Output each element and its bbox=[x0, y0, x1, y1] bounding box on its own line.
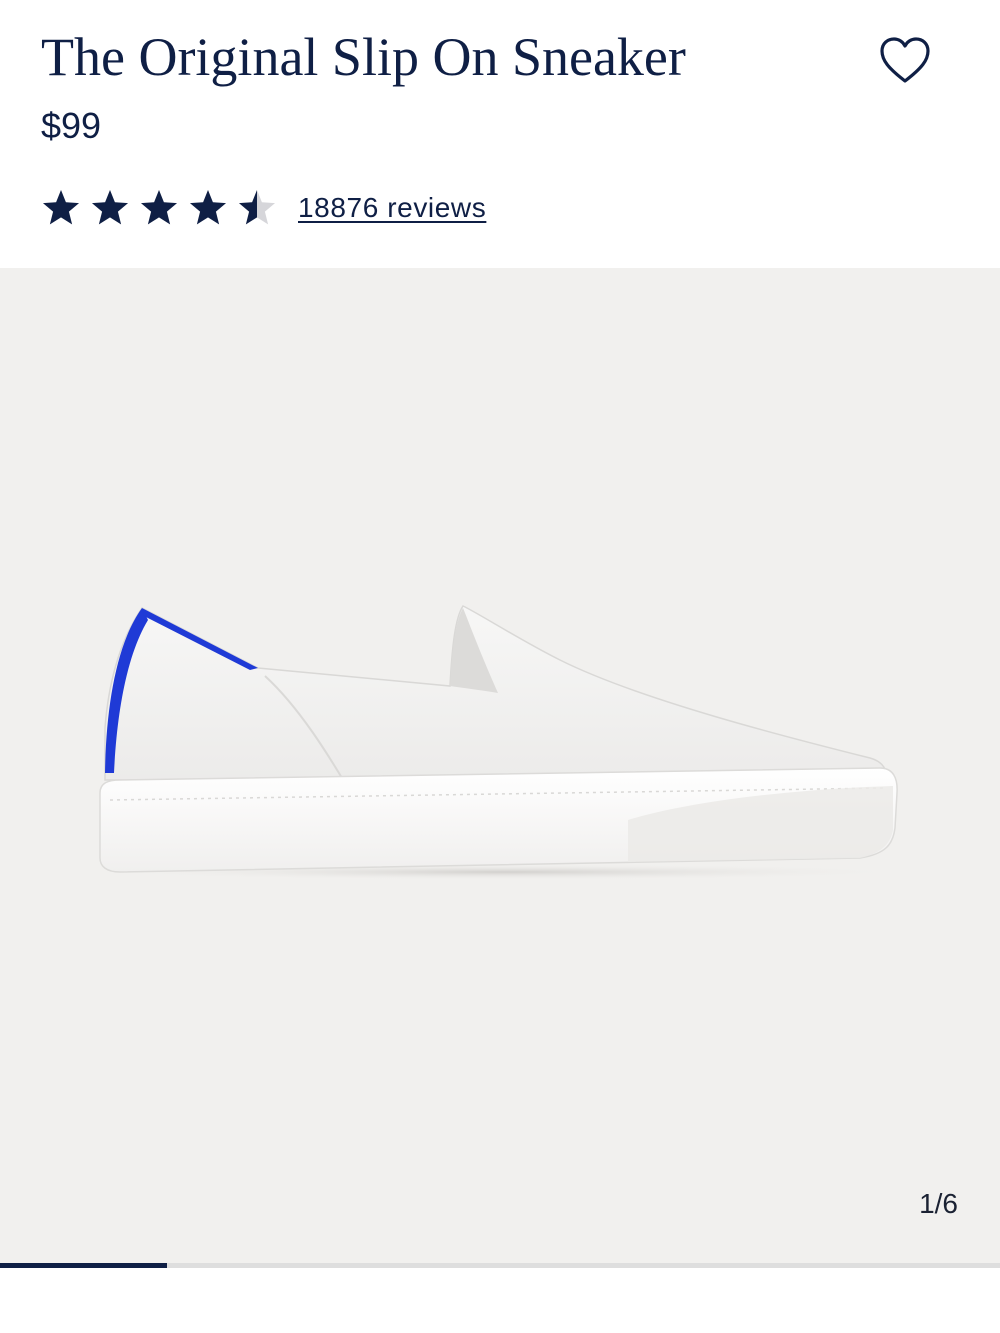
product-image bbox=[95, 605, 915, 880]
product-price: $99 bbox=[41, 105, 102, 146]
gallery-progress-fill bbox=[0, 1263, 167, 1268]
rating-row: 18876 reviews bbox=[41, 187, 486, 229]
reviews-link[interactable]: 18876 reviews bbox=[298, 192, 486, 224]
product-gallery[interactable]: 1/6 bbox=[0, 268, 1000, 1263]
star-half-icon bbox=[239, 190, 275, 225]
gallery-progress-bar bbox=[0, 1263, 1000, 1268]
star-full-icon bbox=[43, 190, 79, 225]
product-header: The Original Slip On Sneaker $99 18876 r… bbox=[0, 0, 1000, 268]
star-rating bbox=[41, 188, 286, 228]
heart-icon[interactable] bbox=[876, 32, 934, 90]
star-full-icon bbox=[190, 190, 226, 225]
image-counter: 1/6 bbox=[919, 1188, 958, 1219]
star-full-icon bbox=[141, 190, 177, 225]
star-full-icon bbox=[92, 190, 128, 225]
product-title: The Original Slip On Sneaker bbox=[41, 27, 686, 87]
